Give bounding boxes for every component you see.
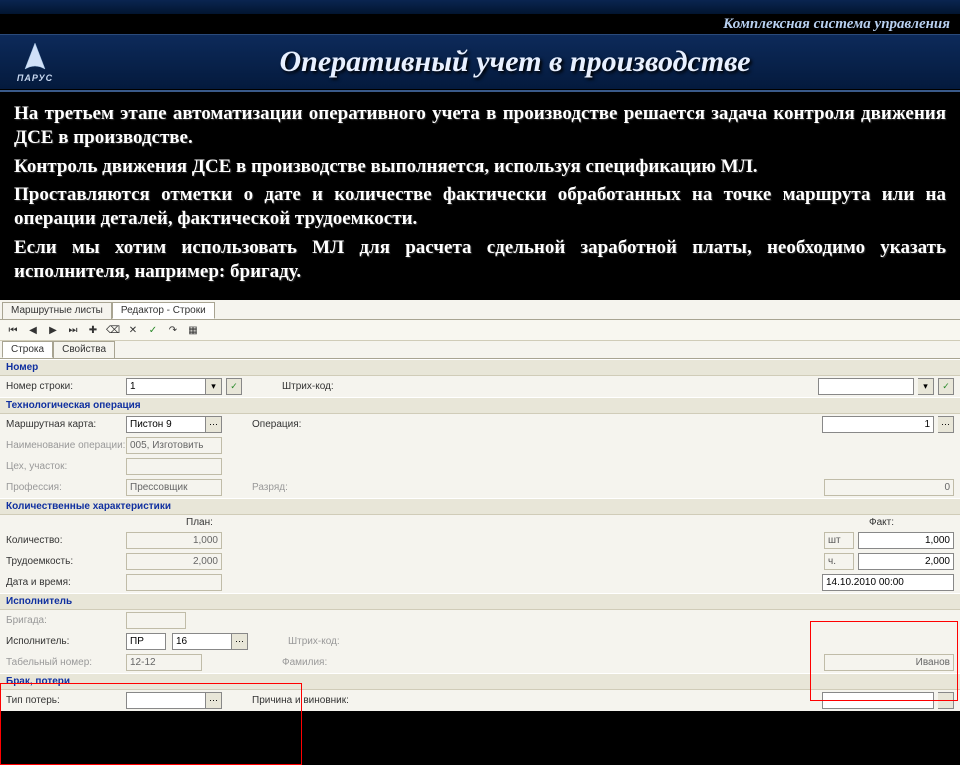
label-prichina: Причина и виновник: xyxy=(252,695,372,706)
next-record-icon[interactable]: ▶ xyxy=(46,323,60,337)
label-data-vremya: Дата и время: xyxy=(6,577,126,588)
tab-route-sheets[interactable]: Маршрутные листы xyxy=(2,302,112,319)
section-qty: Количественные характеристики xyxy=(0,498,960,515)
label-shtrih-kod-2: Штрих-код: xyxy=(288,636,358,647)
label-ispolnitel: Исполнитель: xyxy=(6,636,126,647)
label-tip-poter: Тип потерь: xyxy=(6,695,126,706)
logo-text: ПАРУС xyxy=(17,73,53,83)
fakt-data-input[interactable] xyxy=(822,574,954,591)
shtrih-kod-check-icon[interactable]: ✓ xyxy=(938,378,954,395)
fakt-kolichestvo-input[interactable] xyxy=(858,532,954,549)
logo-sail-icon xyxy=(19,41,51,73)
paragraph-3: Проставляются отметки о дате и количеств… xyxy=(14,183,946,232)
label-professiya: Профессия: xyxy=(6,482,126,493)
professiya-input xyxy=(126,479,222,496)
plan-trudoemkost-input xyxy=(126,553,222,570)
paragraph-4: Если мы хотим использовать МЛ для расчет… xyxy=(14,236,946,285)
tsekh-input xyxy=(126,458,222,475)
brigada-input xyxy=(126,612,186,629)
nomer-stroki-dropdown-icon[interactable]: ▾ xyxy=(206,378,222,395)
prichina-browse-icon[interactable]: ⋯ xyxy=(938,692,954,709)
page-title: Оперативный учет в производстве xyxy=(279,45,750,79)
label-nomer-stroki: Номер строки: xyxy=(6,381,126,392)
add-record-icon[interactable]: ✚ xyxy=(86,323,100,337)
tab-editor-lines[interactable]: Редактор - Строки xyxy=(112,302,215,319)
tab-stroka[interactable]: Строка xyxy=(2,341,53,358)
tip-poter-browse-icon[interactable]: ⋯ xyxy=(206,692,222,709)
shtrih-kod-input[interactable] xyxy=(818,378,914,395)
plan-kolichestvo-input xyxy=(126,532,222,549)
unit-ch: ч. xyxy=(824,553,854,570)
nomer-stroki-input[interactable] xyxy=(126,378,206,395)
undo-icon[interactable]: ↷ xyxy=(166,323,180,337)
label-brigada: Бригада: xyxy=(6,615,126,626)
section-nomer: Номер xyxy=(0,359,960,376)
fakt-trudoemkost-input[interactable] xyxy=(858,553,954,570)
label-plan: План: xyxy=(186,517,213,528)
plan-data-input xyxy=(126,574,222,591)
slide-body-text: На третьем этапе автоматизации оперативн… xyxy=(0,92,960,300)
tip-poter-input[interactable] xyxy=(126,692,206,709)
grid-icon[interactable]: ▦ xyxy=(186,323,200,337)
section-brak: Брак, потери xyxy=(0,673,960,690)
toolbar: ⏮ ◀ ▶ ⏭ ✚ ⌫ ✕ ✓ ↷ ▦ xyxy=(0,319,960,341)
label-fakt: Факт: xyxy=(869,517,894,528)
shtrih-kod-dropdown-icon[interactable]: ▾ xyxy=(918,378,934,395)
ispolnitel-browse-icon[interactable]: ⋯ xyxy=(232,633,248,650)
tab-svoistva[interactable]: Свойства xyxy=(53,341,115,358)
prichina-input[interactable] xyxy=(822,692,934,709)
label-operatsiya: Операция: xyxy=(252,419,322,430)
delete-icon[interactable]: ✕ xyxy=(126,323,140,337)
application-window: Маршрутные листы Редактор - Строки ⏮ ◀ ▶… xyxy=(0,300,960,680)
label-familiya: Фамилия: xyxy=(282,657,342,668)
clear-icon[interactable]: ⌫ xyxy=(106,323,120,337)
logo: ПАРУС xyxy=(0,35,70,89)
tabel-input xyxy=(126,654,202,671)
unit-sht: шт xyxy=(824,532,854,549)
label-trudoemkost: Трудоемкость: xyxy=(6,556,126,567)
system-title: Комплексная система управления xyxy=(723,16,950,33)
paragraph-1: На третьем этапе автоматизации оперативн… xyxy=(14,102,946,151)
ispolnitel-code-input[interactable] xyxy=(126,633,166,650)
last-record-icon[interactable]: ⏭ xyxy=(66,323,80,337)
label-kolichestvo: Количество: xyxy=(6,535,126,546)
marshrut-karta-input[interactable] xyxy=(126,416,206,433)
save-icon[interactable]: ✓ xyxy=(146,323,160,337)
label-tabel: Табельный номер: xyxy=(6,657,126,668)
operatsiya-input[interactable] xyxy=(822,416,934,433)
label-marshrut-karta: Маршрутная карта: xyxy=(6,419,126,430)
prev-record-icon[interactable]: ◀ xyxy=(26,323,40,337)
operatsiya-browse-icon[interactable]: ⋯ xyxy=(938,416,954,433)
label-razryad: Разряд: xyxy=(252,482,312,493)
label-tsekh: Цех, участок: xyxy=(6,461,126,472)
first-record-icon[interactable]: ⏮ xyxy=(6,323,20,337)
label-shtrih-kod: Штрих-код: xyxy=(282,381,352,392)
label-naimenovanie: Наименование операции: xyxy=(6,440,126,451)
naimenovanie-input xyxy=(126,437,222,454)
marshrut-karta-browse-icon[interactable]: ⋯ xyxy=(206,416,222,433)
section-executor: Исполнитель xyxy=(0,593,960,610)
razryad-input xyxy=(824,479,954,496)
familiya-input xyxy=(824,654,954,671)
paragraph-2: Контроль движения ДСЕ в производстве вып… xyxy=(14,155,946,179)
section-tech-op: Технологическая операция xyxy=(0,397,960,414)
nomer-stroki-check-icon[interactable]: ✓ xyxy=(226,378,242,395)
ispolnitel-num-input[interactable] xyxy=(172,633,232,650)
